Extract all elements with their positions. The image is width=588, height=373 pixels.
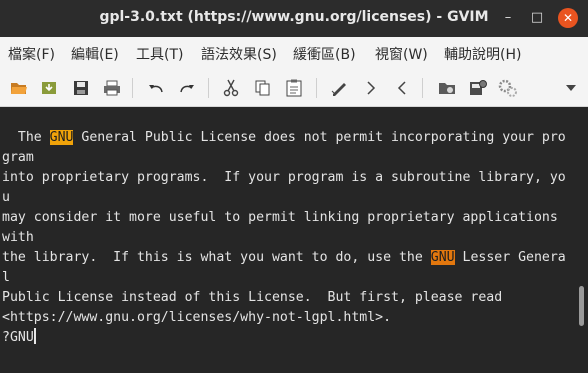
- menu-tools[interactable]: 工具(T): [136, 44, 183, 64]
- paste-icon[interactable]: [283, 77, 305, 99]
- text-line: into proprietary programs. If your progr…: [2, 170, 566, 185]
- undo-icon[interactable]: [145, 77, 167, 99]
- find-next-icon[interactable]: [360, 77, 382, 99]
- cut-icon[interactable]: [220, 77, 242, 99]
- menu-edit[interactable]: 編輯(E): [71, 44, 119, 64]
- find-replace-icon[interactable]: [328, 77, 350, 99]
- toolbar-separator: [316, 78, 317, 98]
- overflow-arrow-icon[interactable]: [560, 77, 582, 99]
- text-line: with: [2, 230, 34, 245]
- text-segment: General Public License does not permit i…: [73, 130, 566, 145]
- minimize-button[interactable]: –: [498, 8, 518, 28]
- menu-help[interactable]: 輔助說明(H): [444, 44, 521, 64]
- search-match: GNU: [49, 130, 74, 145]
- menu-file[interactable]: 檔案(F): [8, 44, 55, 64]
- save-icon[interactable]: [70, 77, 92, 99]
- text-line: Public License instead of this License. …: [2, 290, 503, 305]
- text-line: <https://www.gnu.org/licenses/why-not-lg…: [2, 310, 392, 325]
- gvim-window: gpl-3.0.txt (https://www.gnu.org/license…: [0, 0, 588, 373]
- load-session-icon[interactable]: [38, 77, 60, 99]
- text-line: u: [2, 190, 10, 205]
- current-search-match: GNU: [430, 250, 455, 265]
- title-bar[interactable]: gpl-3.0.txt (https://www.gnu.org/license…: [0, 0, 588, 37]
- build-icon[interactable]: [467, 77, 489, 99]
- command-text: ?GNU: [2, 330, 34, 345]
- vertical-scrollbar[interactable]: [574, 107, 588, 373]
- text-line: The GNU General Public License does not …: [2, 128, 566, 148]
- scrollbar-thumb[interactable]: [579, 286, 584, 326]
- toolbar-separator: [208, 78, 209, 98]
- maximize-button[interactable]: □: [527, 8, 547, 28]
- menu-syntax[interactable]: 語法效果(S): [201, 44, 277, 64]
- text-line: the library. If this is what you want to…: [2, 248, 566, 268]
- text-segment: the library. If this is what you want to…: [2, 250, 431, 265]
- print-icon[interactable]: [101, 77, 123, 99]
- menu-window[interactable]: 視窗(W): [375, 44, 428, 64]
- text-line: may consider it more useful to permit li…: [2, 210, 566, 225]
- load-script-icon[interactable]: [436, 77, 458, 99]
- text-segment: Lesser Genera: [454, 250, 566, 265]
- open-icon[interactable]: [8, 77, 30, 99]
- toolbar-separator: [132, 78, 133, 98]
- text-segment: The: [2, 130, 50, 145]
- toolbar-separator: [422, 78, 423, 98]
- close-button[interactable]: ✕: [558, 8, 578, 28]
- find-prev-icon[interactable]: [391, 77, 413, 99]
- command-line[interactable]: ?GNU: [2, 328, 36, 348]
- text-line: l: [2, 270, 10, 285]
- menu-bar: 檔案(F) 編輯(E) 工具(T) 語法效果(S) 緩衝區(B) 視窗(W) 輔…: [0, 37, 588, 69]
- settings-icon[interactable]: [497, 77, 519, 99]
- copy-icon[interactable]: [252, 77, 274, 99]
- text-line: gram: [2, 150, 34, 165]
- toolbar: [0, 69, 588, 107]
- redo-icon[interactable]: [176, 77, 198, 99]
- text-editor[interactable]: The GNU General Public License does not …: [0, 107, 574, 373]
- menu-buffers[interactable]: 緩衝區(B): [293, 44, 356, 64]
- text-cursor: [33, 328, 36, 344]
